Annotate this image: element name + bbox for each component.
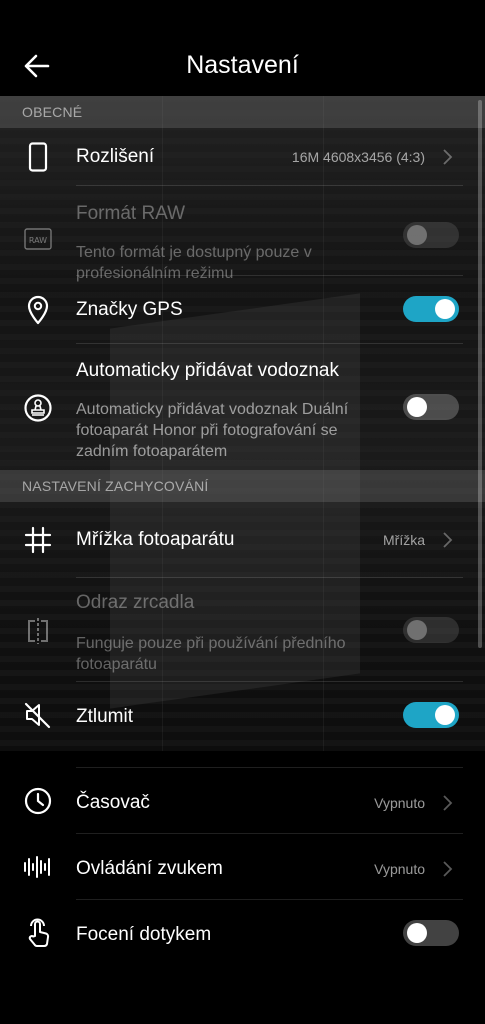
voice-wave-icon [22, 851, 54, 883]
setting-title: Mřížka fotoaparátu [76, 529, 235, 550]
chevron-right-icon [443, 532, 453, 548]
setting-value: Mřížka [383, 532, 425, 548]
setting-description: Automaticky přidávat vodoznak Duální fot… [76, 401, 349, 460]
setting-value: Vypnuto [374, 861, 425, 877]
setting-title: Focení dotykem [76, 924, 212, 945]
touch-icon [22, 917, 54, 949]
scrollbar[interactable] [478, 100, 482, 648]
setting-title: Rozlišení [76, 146, 155, 167]
mirror-toggle[interactable] [403, 617, 459, 643]
grid-icon [22, 524, 54, 556]
setting-watermark[interactable]: Automaticky přidávat vodoznak Automatick… [0, 344, 485, 470]
phone-icon [22, 141, 54, 173]
setting-title: Ovládání zvukem [76, 858, 223, 879]
spacer [0, 751, 485, 768]
setting-description: Funguje pouze při používání předního fot… [76, 635, 346, 673]
section-header-general: OBECNÉ [0, 96, 485, 128]
stamp-icon [22, 392, 54, 424]
setting-timer[interactable]: Časovač Vypnuto [0, 768, 485, 834]
setting-resolution[interactable]: Rozlišení 16M 4608x3456 (4:3) [0, 128, 485, 186]
setting-voice-control[interactable]: Ovládání zvukem Vypnuto [0, 834, 485, 900]
raw-icon-text: RAW [29, 236, 47, 245]
setting-title: Automaticky přidávat vodoznak [76, 360, 339, 381]
toggle-knob [407, 620, 427, 640]
chevron-right-icon [443, 795, 453, 811]
gps-toggle[interactable] [403, 296, 459, 322]
setting-touch-capture[interactable]: Focení dotykem [0, 900, 485, 966]
settings-list: OBECNÉ Rozlišení 16M 4608x3456 (4:3) RAW… [0, 96, 485, 747]
location-pin-icon [22, 294, 54, 326]
timer-icon [22, 785, 54, 817]
settings-list-bottom: Časovač Vypnuto Ovládání zvukem Vypnuto … [0, 751, 485, 1024]
chevron-right-icon [443, 149, 453, 165]
raw-toggle[interactable] [403, 222, 459, 248]
setting-grid[interactable]: Mřížka fotoaparátu Mřížka [0, 502, 485, 578]
setting-title: Odraz zrcadla [76, 592, 195, 613]
section-header-capture: NASTAVENÍ ZACHYCOVÁNÍ [0, 470, 485, 502]
setting-title: Časovač [76, 792, 150, 813]
toggle-knob [407, 225, 427, 245]
page-title: Nastavení [186, 51, 299, 79]
setting-mute[interactable]: Ztlumit [0, 682, 485, 747]
setting-value: Vypnuto [374, 795, 425, 811]
setting-gps-tags[interactable]: Značky GPS [0, 276, 485, 344]
app-bar: Nastavení [0, 0, 485, 96]
chevron-right-icon [443, 861, 453, 877]
setting-title: Ztlumit [76, 706, 133, 727]
setting-mirror[interactable]: Odraz zrcadla Funguje pouze při používán… [0, 578, 485, 682]
toggle-knob [407, 397, 427, 417]
toggle-knob [435, 299, 455, 319]
setting-title: Formát RAW [76, 203, 186, 224]
mirror-icon [22, 615, 54, 647]
setting-value: 16M 4608x3456 (4:3) [291, 149, 425, 165]
watermark-toggle[interactable] [403, 394, 459, 420]
toggle-knob [407, 923, 427, 943]
touch-toggle[interactable] [403, 920, 459, 946]
mute-toggle[interactable] [403, 702, 459, 728]
raw-icon: RAW [22, 223, 54, 255]
setting-title: Značky GPS [76, 299, 183, 320]
toggle-knob [435, 705, 455, 725]
setting-raw-format[interactable]: RAW Formát RAW Tento formát je dostupný … [0, 186, 485, 282]
mute-icon [22, 699, 54, 731]
